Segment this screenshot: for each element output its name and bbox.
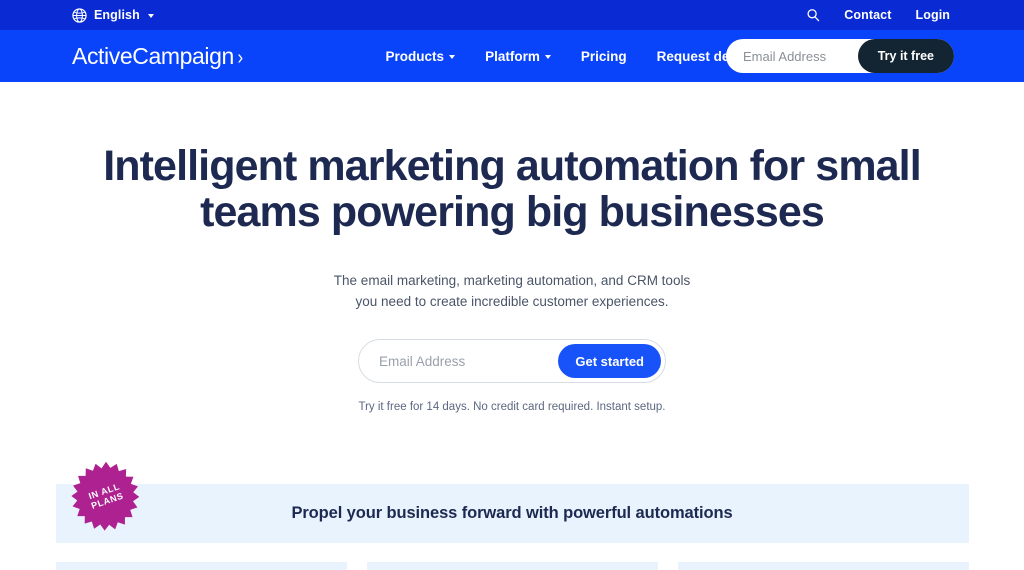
propel-heading: Propel your business forward with powerf… xyxy=(291,504,733,522)
nav-signup-form: Try it free xyxy=(726,39,954,73)
propel-banner: Propel your business forward with powerf… xyxy=(55,484,969,543)
nav-links: Products Platform Pricing Request demo xyxy=(386,49,750,64)
hero-subtitle: The email marketing, marketing automatio… xyxy=(333,273,691,310)
search-icon[interactable] xyxy=(806,8,820,22)
nav-item-pricing-label: Pricing xyxy=(580,48,627,64)
hero-signup-form: Get started xyxy=(358,339,666,383)
nav-email-input[interactable] xyxy=(743,39,875,73)
login-link[interactable]: Login xyxy=(915,8,950,22)
hero-email-input[interactable] xyxy=(379,340,549,382)
feature-card-marketing[interactable]: MARKETING xyxy=(55,562,347,570)
nav-item-products-label: Products xyxy=(385,48,445,64)
contact-link[interactable]: Contact xyxy=(844,8,891,22)
chevron-down-icon xyxy=(544,55,551,59)
in-all-plans-badge: IN ALL PLANS xyxy=(70,461,141,531)
hero-section: Intelligent marketing automation for sma… xyxy=(0,82,1024,413)
feature-cards-row: MARKETING SALES ECOMMERCE xyxy=(55,562,969,570)
activecampaign-logo[interactable]: ActiveCampaign › xyxy=(72,42,244,69)
logo-text: ActiveCampaign xyxy=(72,42,234,69)
utility-bar-right-group: Contact Login xyxy=(806,8,950,22)
hero-trial-note: Try it free for 14 days. No credit card … xyxy=(358,401,666,413)
utility-bar: English Contact Login xyxy=(0,0,1024,30)
globe-icon xyxy=(72,7,87,23)
language-label: English xyxy=(94,8,140,22)
try-it-free-button[interactable]: Try it free xyxy=(857,39,954,73)
feature-card-sales[interactable]: SALES xyxy=(366,562,658,570)
chevron-down-icon xyxy=(147,13,154,18)
feature-card-ecommerce[interactable]: ECOMMERCE xyxy=(677,562,969,570)
nav-item-products[interactable]: Products xyxy=(386,49,456,64)
page-title: Intelligent marketing automation for sma… xyxy=(103,142,921,236)
nav-item-platform[interactable]: Platform xyxy=(485,49,551,64)
main-navigation: ActiveCampaign › Products Platform Prici… xyxy=(0,30,1024,82)
propel-banner-wrapper: Propel your business forward with powerf… xyxy=(55,461,969,543)
get-started-button[interactable]: Get started xyxy=(558,344,661,378)
chevron-down-icon xyxy=(449,55,456,59)
logo-chevron-icon: › xyxy=(237,46,244,69)
language-selector[interactable]: English xyxy=(72,7,154,23)
nav-item-pricing[interactable]: Pricing xyxy=(581,49,627,64)
nav-item-platform-label: Platform xyxy=(485,48,540,64)
